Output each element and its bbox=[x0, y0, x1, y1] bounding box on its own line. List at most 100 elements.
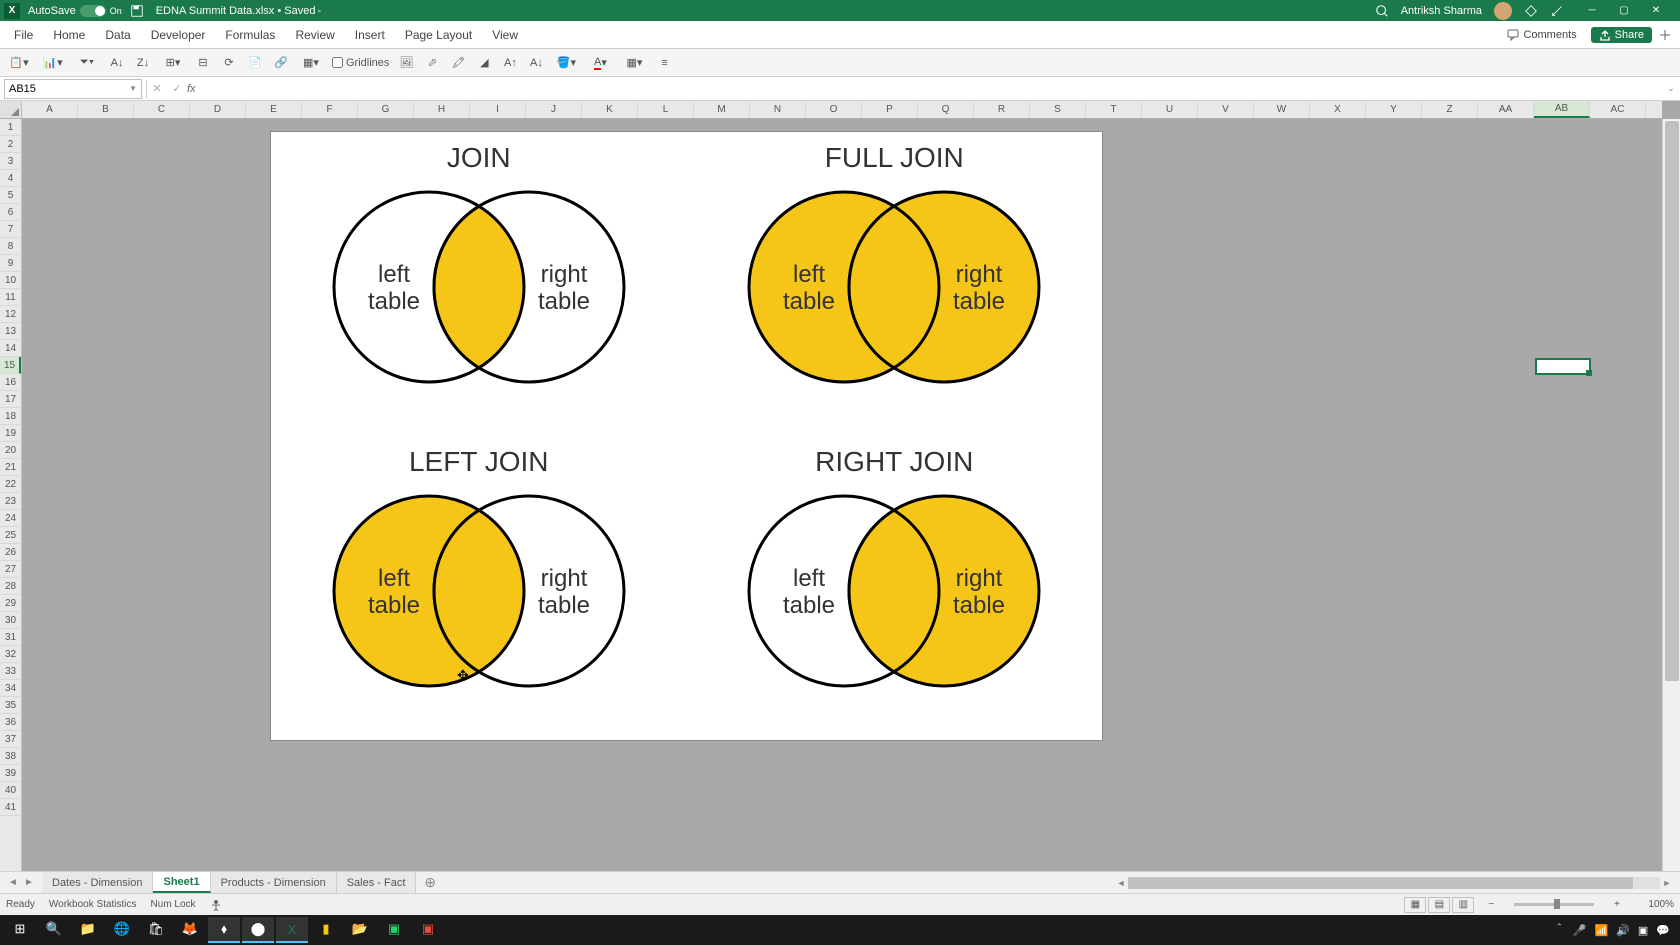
formula-enter-icon[interactable]: ✓ bbox=[167, 82, 187, 95]
view-page-break-button[interactable]: ▥ bbox=[1452, 897, 1474, 913]
sheet-nav-next[interactable]: ► bbox=[22, 877, 36, 888]
hscroll-right[interactable]: ► bbox=[1660, 878, 1674, 888]
diamond-icon[interactable] bbox=[1524, 4, 1538, 18]
row-header[interactable]: 7 bbox=[0, 221, 21, 238]
taskbar-chrome[interactable]: ⬤ bbox=[242, 917, 274, 943]
taskbar-search[interactable]: 🔍 bbox=[38, 917, 70, 943]
taskbar-excel[interactable]: X bbox=[276, 917, 308, 943]
tool-eraser[interactable]: ◢ bbox=[475, 54, 493, 72]
row-header[interactable]: 20 bbox=[0, 442, 21, 459]
row-header[interactable]: 19 bbox=[0, 425, 21, 442]
tool-ungroup[interactable]: ⊟ bbox=[194, 54, 212, 72]
tray-mic-icon[interactable]: 🎤 bbox=[1573, 924, 1587, 937]
column-header[interactable]: O bbox=[806, 101, 862, 118]
taskbar-firefox[interactable]: 🦊 bbox=[174, 917, 206, 943]
vertical-scroll-thumb[interactable] bbox=[1665, 121, 1679, 681]
row-header[interactable]: 34 bbox=[0, 680, 21, 697]
column-header[interactable]: A bbox=[22, 101, 78, 118]
row-header[interactable]: 28 bbox=[0, 578, 21, 595]
user-avatar[interactable] bbox=[1494, 2, 1512, 20]
vertical-scrollbar[interactable] bbox=[1662, 119, 1680, 871]
add-sheet-button[interactable]: ⊕ bbox=[416, 874, 444, 891]
tool-highlight[interactable]: 🖍 bbox=[449, 54, 467, 72]
autosave-switch[interactable] bbox=[80, 5, 106, 17]
tray-volume-icon[interactable]: 🔊 bbox=[1616, 924, 1630, 937]
sheet-tab-dates[interactable]: Dates - Dimension bbox=[42, 872, 153, 893]
row-header[interactable]: 14 bbox=[0, 340, 21, 357]
start-button[interactable]: ⊞ bbox=[4, 917, 36, 943]
formula-input[interactable] bbox=[200, 80, 1662, 98]
tool-refresh[interactable]: ⟳ bbox=[220, 54, 238, 72]
tool-font-color[interactable]: A▾ bbox=[587, 54, 613, 72]
row-header[interactable]: 40 bbox=[0, 782, 21, 799]
search-icon[interactable] bbox=[1375, 4, 1389, 18]
ribbon-options-icon[interactable] bbox=[1658, 28, 1672, 42]
column-header[interactable]: Y bbox=[1366, 101, 1422, 118]
comments-button[interactable]: Comments bbox=[1499, 27, 1584, 43]
sheet-tab-products[interactable]: Products - Dimension bbox=[211, 872, 337, 893]
column-header[interactable]: U bbox=[1142, 101, 1198, 118]
column-header[interactable]: G bbox=[358, 101, 414, 118]
taskbar-explorer[interactable]: 📂 bbox=[344, 917, 376, 943]
taskbar-vscode[interactable]: ⬧ bbox=[208, 917, 240, 943]
column-header[interactable]: AB bbox=[1534, 101, 1590, 118]
tool-paste[interactable]: 📋▾ bbox=[6, 54, 32, 72]
row-header[interactable]: 3 bbox=[0, 153, 21, 170]
row-header[interactable]: 31 bbox=[0, 629, 21, 646]
tool-font-increase[interactable]: A↑ bbox=[501, 54, 519, 72]
taskbar-files[interactable]: 📁 bbox=[72, 917, 104, 943]
row-header[interactable]: 22 bbox=[0, 476, 21, 493]
tool-filter[interactable]: ⏷▾ bbox=[74, 54, 100, 72]
row-header[interactable]: 17 bbox=[0, 391, 21, 408]
ribbon-tab-review[interactable]: Review bbox=[285, 21, 344, 48]
row-header[interactable]: 37 bbox=[0, 731, 21, 748]
column-header[interactable]: N bbox=[750, 101, 806, 118]
embedded-image[interactable]: JOIN left table right table FULL JOIN le… bbox=[270, 131, 1103, 741]
tool-pointer[interactable]: ⬀ bbox=[423, 54, 441, 72]
row-header[interactable]: 21 bbox=[0, 459, 21, 476]
tray-chevron-icon[interactable]: ＾ bbox=[1554, 922, 1565, 938]
tray-lang-icon[interactable]: ▣ bbox=[1638, 924, 1648, 937]
row-header[interactable]: 15 bbox=[0, 357, 21, 374]
ribbon-tab-developer[interactable]: Developer bbox=[141, 21, 216, 48]
hscroll-left[interactable]: ◄ bbox=[1114, 878, 1128, 888]
row-header[interactable]: 41 bbox=[0, 799, 21, 816]
column-header[interactable]: I bbox=[470, 101, 526, 118]
row-header[interactable]: 32 bbox=[0, 646, 21, 663]
column-header[interactable]: S bbox=[1030, 101, 1086, 118]
formula-cancel-icon[interactable]: ✕ bbox=[147, 82, 167, 95]
column-header[interactable]: M bbox=[694, 101, 750, 118]
accessibility-icon[interactable] bbox=[210, 899, 222, 911]
row-header[interactable]: 24 bbox=[0, 510, 21, 527]
tool-group[interactable]: ⊞▾ bbox=[160, 54, 186, 72]
row-header[interactable]: 9 bbox=[0, 255, 21, 272]
row-header[interactable]: 8 bbox=[0, 238, 21, 255]
status-workbook-stats[interactable]: Workbook Statistics bbox=[49, 899, 137, 910]
tray-network-icon[interactable]: 📶 bbox=[1594, 924, 1608, 937]
tool-freeze[interactable]: ▦▾ bbox=[298, 54, 324, 72]
minimize-button[interactable]: ─ bbox=[1576, 0, 1608, 21]
row-header[interactable]: 33 bbox=[0, 663, 21, 680]
column-header[interactable]: H bbox=[414, 101, 470, 118]
ribbon-tab-view[interactable]: View bbox=[482, 21, 528, 48]
row-header[interactable]: 16 bbox=[0, 374, 21, 391]
ribbon-tab-formulas[interactable]: Formulas bbox=[215, 21, 285, 48]
row-header[interactable]: 13 bbox=[0, 323, 21, 340]
row-header[interactable]: 25 bbox=[0, 527, 21, 544]
pen-icon[interactable] bbox=[1550, 4, 1564, 18]
row-header[interactable]: 30 bbox=[0, 612, 21, 629]
ribbon-tab-insert[interactable]: Insert bbox=[345, 21, 395, 48]
save-icon[interactable] bbox=[130, 4, 144, 18]
column-header[interactable]: AA bbox=[1478, 101, 1534, 118]
tool-calc[interactable]: 📄 bbox=[246, 54, 264, 72]
row-header[interactable]: 35 bbox=[0, 697, 21, 714]
tray-notifications-icon[interactable]: 💬 bbox=[1656, 924, 1670, 937]
name-box-dropdown-icon[interactable]: ▼ bbox=[129, 84, 137, 93]
column-header[interactable]: Z bbox=[1422, 101, 1478, 118]
formula-expand-icon[interactable]: ⌄ bbox=[1662, 83, 1680, 94]
active-cell[interactable] bbox=[1535, 358, 1591, 375]
zoom-in-button[interactable]: + bbox=[1614, 899, 1620, 910]
column-header[interactable]: X bbox=[1310, 101, 1366, 118]
column-header[interactable]: Q bbox=[918, 101, 974, 118]
sheet-tab-sales[interactable]: Sales - Fact bbox=[337, 872, 417, 893]
